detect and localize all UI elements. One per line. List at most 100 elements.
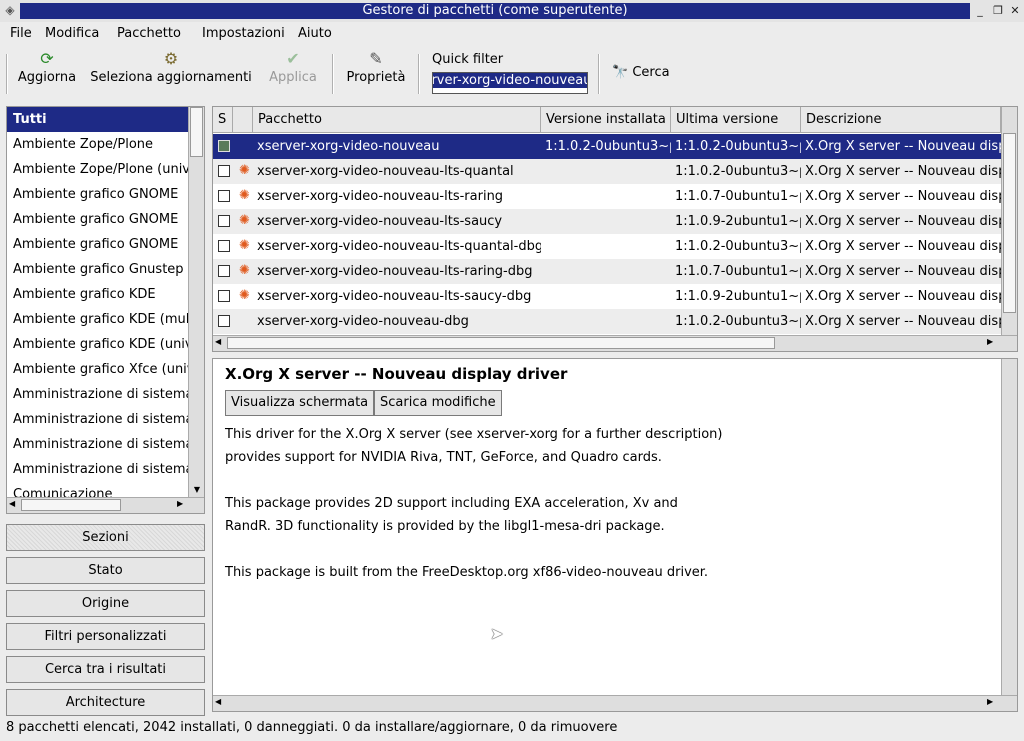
detail-vscrollbar[interactable] <box>1001 359 1017 695</box>
mark-upgrades-button[interactable]: ⚙ Seleziona aggiornamenti <box>86 48 256 96</box>
section-item[interactable]: Ambiente grafico GNOME <box>7 182 188 207</box>
minimize-icon[interactable]: _ <box>972 3 988 19</box>
table-hscrollbar[interactable]: ◀ ▶ <box>213 335 1017 351</box>
table-vscroll-thumb[interactable] <box>1003 133 1016 313</box>
latest-version: 1:1.0.2-0ubuntu3~pr <box>675 239 801 254</box>
section-item[interactable]: Ambiente grafico GNOME <box>7 207 188 232</box>
properties-button[interactable]: ✎ Proprietà <box>342 48 410 96</box>
package-checkbox[interactable] <box>218 315 230 327</box>
properties-icon: ✎ <box>369 49 383 68</box>
sections-hscrollbar[interactable]: ◀ ▶ <box>7 497 204 513</box>
package-checkbox[interactable] <box>218 165 230 177</box>
scroll-down-icon[interactable]: ▼ <box>190 483 204 496</box>
section-item[interactable]: Ambiente Zope/Plone (universe) <box>7 157 188 182</box>
column-header-support[interactable] <box>233 107 253 133</box>
section-item[interactable]: Ambiente grafico Xfce (universe) <box>7 357 188 382</box>
binoculars-icon: 🔭 <box>612 65 629 80</box>
app-icon[interactable]: ◈ <box>2 2 18 18</box>
custom-filters-button[interactable]: Filtri personalizzati <box>6 623 205 650</box>
table-row[interactable]: ✺ xserver-xorg-video-nouveau-lts-quantal-… <box>213 234 1001 259</box>
title-bar[interactable]: ◈ Gestore di pacchetti (come superutente… <box>0 0 1024 22</box>
sections-filter-button[interactable]: Sezioni <box>6 524 205 551</box>
quick-filter-input[interactable]: xserver-xorg-video-nouveau <box>432 72 588 94</box>
menu-file[interactable]: File <box>10 26 32 44</box>
scroll-right-icon[interactable]: ▶ <box>177 499 183 508</box>
package-table[interactable]: S Pacchetto Versione installata Ultima v… <box>212 106 1018 352</box>
section-item[interactable]: Tutti <box>7 107 188 132</box>
toolbar-separator <box>418 54 420 94</box>
menu-bar: File Modifica Pacchetto Impostazioni Aiu… <box>0 22 1024 46</box>
section-item[interactable]: Amministrazione di sistema <box>7 407 188 432</box>
menu-pacchetto[interactable]: Pacchetto <box>117 26 181 44</box>
package-summary: X.Org X server -- Nouveau display driver <box>225 365 568 383</box>
package-description-cell: X.Org X server -- Nouveau display driver <box>805 239 1001 254</box>
table-row[interactable]: ✺ xserver-xorg-video-nouveau-lts-quantal 1… <box>213 159 1001 184</box>
package-checkbox[interactable] <box>218 240 230 252</box>
package-name: xserver-xorg-video-nouveau-lts-quantal <box>257 164 514 179</box>
sections-hscroll-thumb[interactable] <box>21 499 121 511</box>
section-item[interactable]: Amministrazione di sistema <box>7 432 188 457</box>
installed-version <box>545 234 671 259</box>
download-changelog-button[interactable]: Scarica modifiche <box>374 390 502 416</box>
description-line: RandR. 3D functionality is provided by t… <box>225 519 665 534</box>
apply-button[interactable]: ✔ Applica <box>262 48 324 96</box>
section-item[interactable]: Ambiente Zope/Plone <box>7 132 188 157</box>
section-item[interactable]: Ambiente grafico KDE (universe) <box>7 332 188 357</box>
search-button[interactable]: 🔭 Cerca <box>612 65 670 80</box>
package-checkbox[interactable] <box>218 290 230 302</box>
menu-modifica[interactable]: Modifica <box>45 26 99 44</box>
menu-aiuto[interactable]: Aiuto <box>298 26 332 44</box>
reload-button[interactable]: ⟳ Aggiorna <box>14 48 80 96</box>
table-row[interactable]: xserver-xorg-video-nouveau-dbg 1:1.0.2-0u… <box>213 309 1001 334</box>
menu-impostazioni[interactable]: Impostazioni <box>202 26 285 44</box>
package-checkbox[interactable] <box>218 140 230 152</box>
sections-vscroll-thumb[interactable] <box>190 107 203 157</box>
package-description-cell: X.Org X server -- Nouveau display driver <box>805 164 1001 179</box>
section-item[interactable]: Ambiente grafico Gnustep <box>7 257 188 282</box>
package-checkbox[interactable] <box>218 190 230 202</box>
installed-version <box>545 159 671 184</box>
close-icon[interactable]: ✕ <box>1007 3 1023 19</box>
section-item[interactable]: Ambiente grafico KDE <box>7 282 188 307</box>
toolbar-grip <box>6 54 8 94</box>
maximize-icon[interactable]: ❐ <box>990 3 1006 19</box>
latest-version: 1:1.0.7-0ubuntu1~pr <box>675 264 801 279</box>
table-row[interactable]: ✺ xserver-xorg-video-nouveau-lts-raring-d… <box>213 259 1001 284</box>
scroll-left-icon[interactable]: ◀ <box>215 697 221 706</box>
scroll-left-icon[interactable]: ◀ <box>9 499 15 508</box>
detail-hscrollbar[interactable]: ◀ ▶ <box>213 695 1017 711</box>
table-row[interactable]: ✺ xserver-xorg-video-nouveau-lts-saucy 1:1… <box>213 209 1001 234</box>
view-screenshot-button[interactable]: Visualizza schermata <box>225 390 375 416</box>
scroll-right-icon[interactable]: ▶ <box>987 697 993 706</box>
package-checkbox[interactable] <box>218 215 230 227</box>
column-header-description[interactable]: Descrizione <box>801 107 1001 133</box>
sections-list[interactable]: Tutti Ambiente Zope/Plone Ambiente Zope/Pl… <box>6 106 205 514</box>
toolbar: ⟳ Aggiorna ⚙ Seleziona aggiornamenti ✔ A… <box>0 46 1024 100</box>
scroll-left-icon[interactable]: ◀ <box>215 337 221 346</box>
section-item[interactable]: Ambiente grafico GNOME <box>7 232 188 257</box>
section-item[interactable]: Ambiente grafico KDE (multiverse) <box>7 307 188 332</box>
column-header-status[interactable]: S <box>213 107 233 133</box>
table-vscrollbar[interactable] <box>1001 107 1017 335</box>
package-description-cell: X.Org X server -- Nouveau display driver <box>805 139 1001 154</box>
architecture-filter-button[interactable]: Architecture <box>6 689 205 716</box>
origin-filter-button[interactable]: Origine <box>6 590 205 617</box>
ubuntu-support-icon: ✺ <box>239 163 250 178</box>
section-item[interactable]: Amministrazione di sistema <box>7 382 188 407</box>
table-row[interactable]: ✺ xserver-xorg-video-nouveau-lts-saucy-db… <box>213 284 1001 309</box>
column-header-latest-version[interactable]: Ultima versione <box>671 107 801 133</box>
table-row[interactable]: xserver-xorg-video-nouveau 1:1.0.2-0ubunt… <box>213 134 1001 159</box>
ubuntu-support-icon: ✺ <box>239 288 250 303</box>
sections-vscrollbar[interactable]: ▼ <box>188 107 204 497</box>
section-item[interactable]: Amministrazione di sistema <box>7 457 188 482</box>
scroll-right-icon[interactable]: ▶ <box>987 337 993 346</box>
search-results-button[interactable]: Cerca tra i risultati <box>6 656 205 683</box>
column-header-installed-version[interactable]: Versione installata <box>541 107 671 133</box>
package-checkbox[interactable] <box>218 265 230 277</box>
table-row[interactable]: ✺ xserver-xorg-video-nouveau-lts-raring 1:… <box>213 184 1001 209</box>
status-filter-button[interactable]: Stato <box>6 557 205 584</box>
table-hscroll-thumb[interactable] <box>227 337 775 349</box>
description-line: This package is built from the FreeDeskt… <box>225 565 709 580</box>
column-header-package[interactable]: Pacchetto <box>253 107 541 133</box>
description-line: This driver for the X.Org X server (see … <box>225 427 723 442</box>
